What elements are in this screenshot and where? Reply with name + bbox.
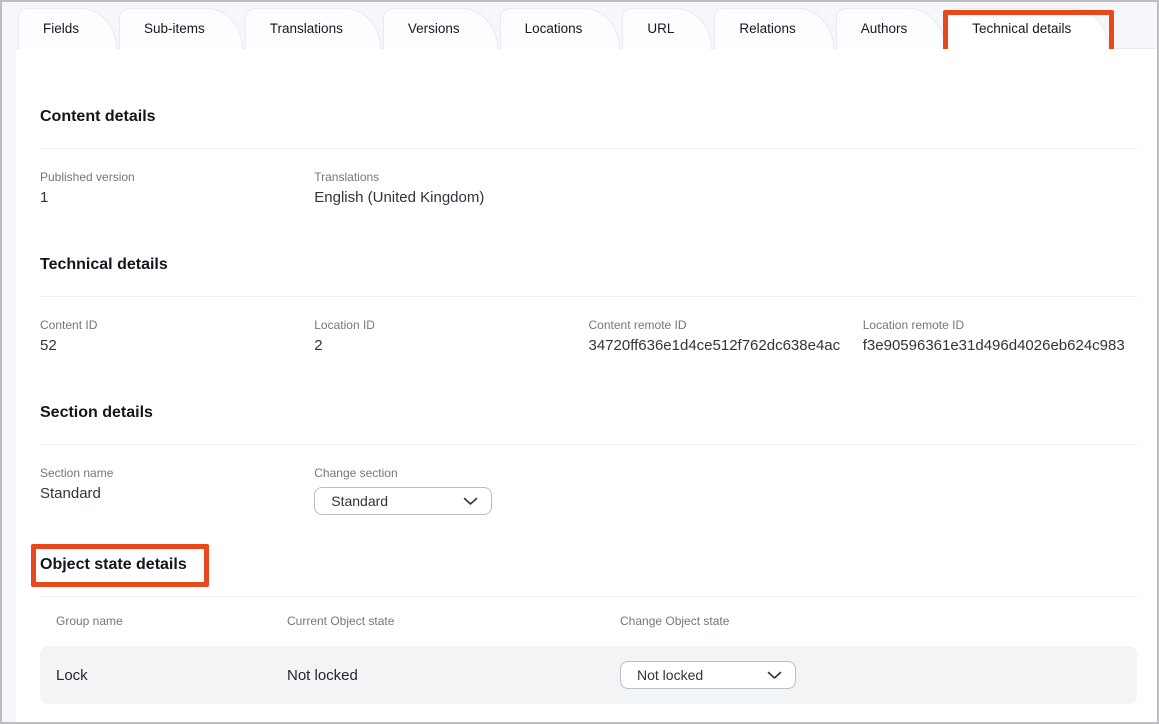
content-details-heading: Content details [40,107,156,127]
field-change-section: Change section Standard [314,465,588,515]
tab-technical-details-label: Technical details [972,21,1071,36]
field-label: Published version [40,169,314,185]
change-section-select[interactable]: Standard [314,487,492,515]
cell-change-object-state: Not locked [620,661,1121,689]
field-content-id: Content ID 52 [40,317,314,356]
object-state-details-heading-label: Object state details [40,556,187,573]
column-header-current-object-state: Current Object state [287,614,620,628]
field-location-id: Location ID 2 [314,317,588,356]
technical-details-content: Content details Published version 1 Tran… [16,107,1157,704]
section-details-heading: Section details [40,403,153,423]
tab-relations[interactable]: Relations [714,8,833,49]
cell-current-object-state: Not locked [287,667,620,684]
change-object-state-select-value: Not locked [637,667,703,683]
cell-group-name: Lock [56,667,287,684]
content-details-fields: Published version 1 Translations English… [40,169,1137,208]
tab-url[interactable]: URL [622,8,712,49]
column-header-group-name: Group name [56,614,287,628]
section-divider [40,148,1137,149]
field-content-remote-id: Content remote ID 34720ff636e1d4ce512f76… [589,317,863,356]
field-value: English (United Kingdom) [314,188,588,208]
tab-sub-items[interactable]: Sub-items [119,8,243,49]
field-value: 52 [40,336,314,356]
chevron-down-icon [463,497,478,506]
object-state-table-header: Group name Current Object state Change O… [40,614,1137,628]
section-divider [40,596,1137,597]
field-translations: Translations English (United Kingdom) [314,169,588,208]
field-value: 34720ff636e1d4ce512f762dc638e4ac [589,336,863,356]
change-section-select-value: Standard [331,493,388,509]
field-label: Change section [314,465,588,481]
tab-fields[interactable]: Fields [18,8,117,49]
section-divider [40,296,1137,297]
table-row: Lock Not locked Not locked [40,646,1137,704]
chevron-down-icon [767,671,782,680]
object-state-details-heading: Object state details [40,555,187,575]
tab-bar: Fields Sub-items Translations Versions L… [18,8,1111,49]
field-published-version: Published version 1 [40,169,314,208]
tab-content-panel: Content details Published version 1 Tran… [16,49,1157,722]
change-object-state-select[interactable]: Not locked [620,661,796,689]
tab-translations[interactable]: Translations [245,8,381,49]
field-label: Translations [314,169,588,185]
column-header-change-object-state: Change Object state [620,614,1121,628]
field-value: Standard [40,484,314,504]
field-label: Content remote ID [589,317,863,333]
field-label: Content ID [40,317,314,333]
section-divider [40,444,1137,445]
field-value: 2 [314,336,588,356]
field-value: f3e90596361e31d496d4026eb624c983 [863,336,1137,356]
field-value: 1 [40,188,314,208]
field-label: Location remote ID [863,317,1137,333]
field-section-name: Section name Standard [40,465,314,515]
tab-versions[interactable]: Versions [383,8,498,49]
tab-authors[interactable]: Authors [836,8,946,49]
field-label: Section name [40,465,314,481]
field-label: Location ID [314,317,588,333]
section-details-fields: Section name Standard Change section Sta… [40,465,1137,515]
technical-details-fields: Content ID 52 Location ID 2 Content remo… [40,317,1137,356]
app-frame: Fields Sub-items Translations Versions L… [0,0,1159,724]
field-location-remote-id: Location remote ID f3e90596361e31d496d40… [863,317,1137,356]
tab-technical-details[interactable]: Technical details [947,8,1109,49]
tab-locations[interactable]: Locations [500,8,621,49]
technical-details-heading: Technical details [40,255,168,275]
